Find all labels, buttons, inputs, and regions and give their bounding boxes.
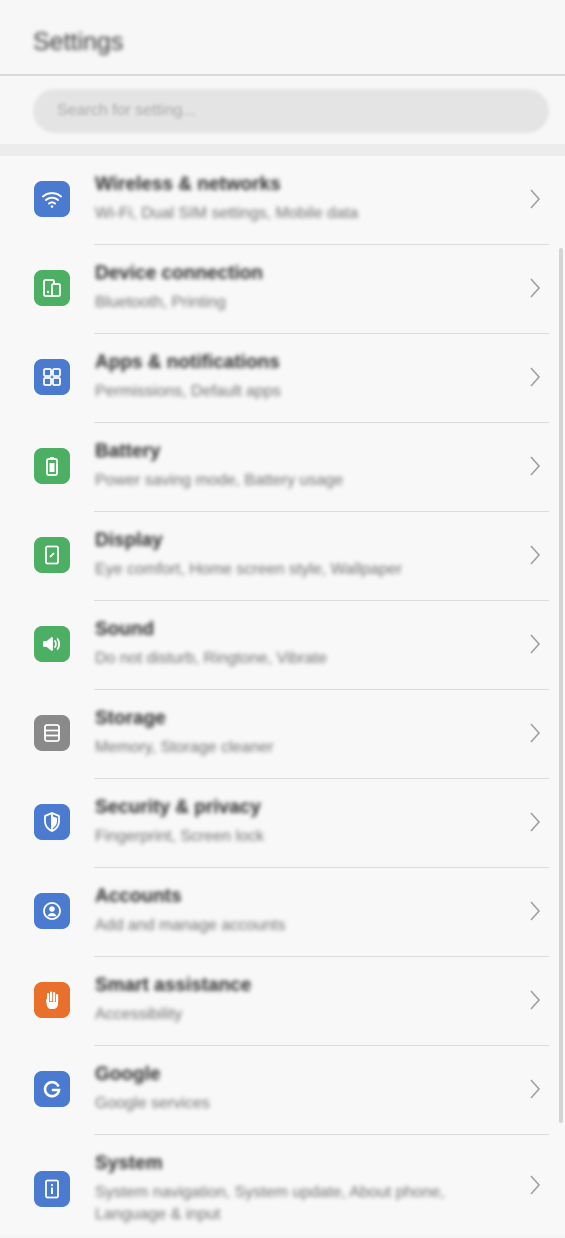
settings-item-subtitle: Do not disturb, Ringtone, Vibrate xyxy=(95,650,327,667)
settings-item-accounts[interactable]: Accounts Add and manage accounts xyxy=(0,868,565,957)
settings-item-subtitle: Eye comfort, Home screen style, Wallpape… xyxy=(95,561,403,578)
shield-icon xyxy=(34,804,70,840)
settings-item-subtitle: Google services xyxy=(95,1095,210,1112)
settings-list: Wireless & networks Wi-Fi, Dual SIM sett… xyxy=(0,156,565,1235)
settings-item-subtitle: Bluetooth, Printing xyxy=(95,294,226,311)
settings-item-label: Device connection xyxy=(95,263,263,284)
chevron-right-icon xyxy=(527,807,543,837)
chevron-right-icon xyxy=(527,1170,543,1200)
device-connection-icon xyxy=(34,270,70,306)
settings-item-storage[interactable]: Storage Memory, Storage cleaner xyxy=(0,690,565,779)
settings-item-subtitle: Accessibility xyxy=(95,1006,183,1023)
settings-item-subtitle: System navigation, System update, About … xyxy=(95,1184,445,1223)
settings-item-label: Accounts xyxy=(95,886,182,907)
chevron-right-icon xyxy=(527,629,543,659)
settings-item-label: Wireless & networks xyxy=(95,174,281,195)
settings-item-label: Smart assistance xyxy=(95,975,252,996)
settings-item-label: Sound xyxy=(95,619,155,640)
app-header: Settings xyxy=(0,0,565,76)
settings-item-subtitle: Permissions, Default apps xyxy=(95,383,281,400)
settings-item-subtitle: Power saving mode, Battery usage xyxy=(95,472,344,489)
settings-item-battery[interactable]: Battery Power saving mode, Battery usage xyxy=(0,423,565,512)
chevron-right-icon xyxy=(527,718,543,748)
settings-item-wireless-networks[interactable]: Wireless & networks Wi-Fi, Dual SIM sett… xyxy=(0,156,565,245)
speaker-icon xyxy=(34,626,70,662)
info-icon xyxy=(34,1171,70,1207)
chevron-right-icon xyxy=(527,273,543,303)
chevron-right-icon xyxy=(527,1074,543,1104)
chevron-right-icon xyxy=(527,362,543,392)
storage-icon xyxy=(34,715,70,751)
chevron-right-icon xyxy=(527,896,543,926)
settings-item-label: Battery xyxy=(95,441,161,462)
page-title: Settings xyxy=(33,28,124,56)
settings-item-label: Security & privacy xyxy=(95,797,261,818)
settings-item-apps-notifications[interactable]: Apps & notifications Permissions, Defaul… xyxy=(0,334,565,423)
settings-item-subtitle: Memory, Storage cleaner xyxy=(95,739,274,756)
battery-icon xyxy=(34,448,70,484)
settings-item-google[interactable]: Google Google services xyxy=(0,1046,565,1135)
settings-item-device-connection[interactable]: Device connection Bluetooth, Printing xyxy=(0,245,565,334)
settings-item-system[interactable]: System System navigation, System update,… xyxy=(0,1135,565,1235)
chevron-right-icon xyxy=(527,451,543,481)
apps-grid-icon xyxy=(34,359,70,395)
account-icon xyxy=(34,893,70,929)
settings-item-label: Storage xyxy=(95,708,166,729)
settings-item-label: Display xyxy=(95,530,163,551)
search-bar-container: Search for setting... xyxy=(0,76,565,144)
chevron-right-icon xyxy=(527,985,543,1015)
settings-item-smart-assistance[interactable]: Smart assistance Accessibility xyxy=(0,957,565,1046)
settings-item-security-privacy[interactable]: Security & privacy Fingerprint, Screen l… xyxy=(0,779,565,868)
settings-item-subtitle: Add and manage accounts xyxy=(95,917,286,934)
settings-item-label: System xyxy=(95,1153,163,1174)
hand-icon xyxy=(34,982,70,1018)
settings-item-sound[interactable]: Sound Do not disturb, Ringtone, Vibrate xyxy=(0,601,565,690)
google-icon xyxy=(34,1071,70,1107)
search-input[interactable]: Search for setting... xyxy=(33,89,549,133)
wifi-icon xyxy=(34,181,70,217)
settings-item-subtitle: Fingerprint, Screen lock xyxy=(95,828,264,845)
settings-item-subtitle: Wi-Fi, Dual SIM settings, Mobile data xyxy=(95,205,359,222)
settings-item-label: Apps & notifications xyxy=(95,352,280,373)
chevron-right-icon xyxy=(527,540,543,570)
section-separator xyxy=(0,144,565,156)
settings-item-label: Google xyxy=(95,1064,161,1085)
settings-item-display[interactable]: Display Eye comfort, Home screen style, … xyxy=(0,512,565,601)
display-icon xyxy=(34,537,70,573)
scrollbar[interactable] xyxy=(559,248,563,1123)
chevron-right-icon xyxy=(527,184,543,214)
